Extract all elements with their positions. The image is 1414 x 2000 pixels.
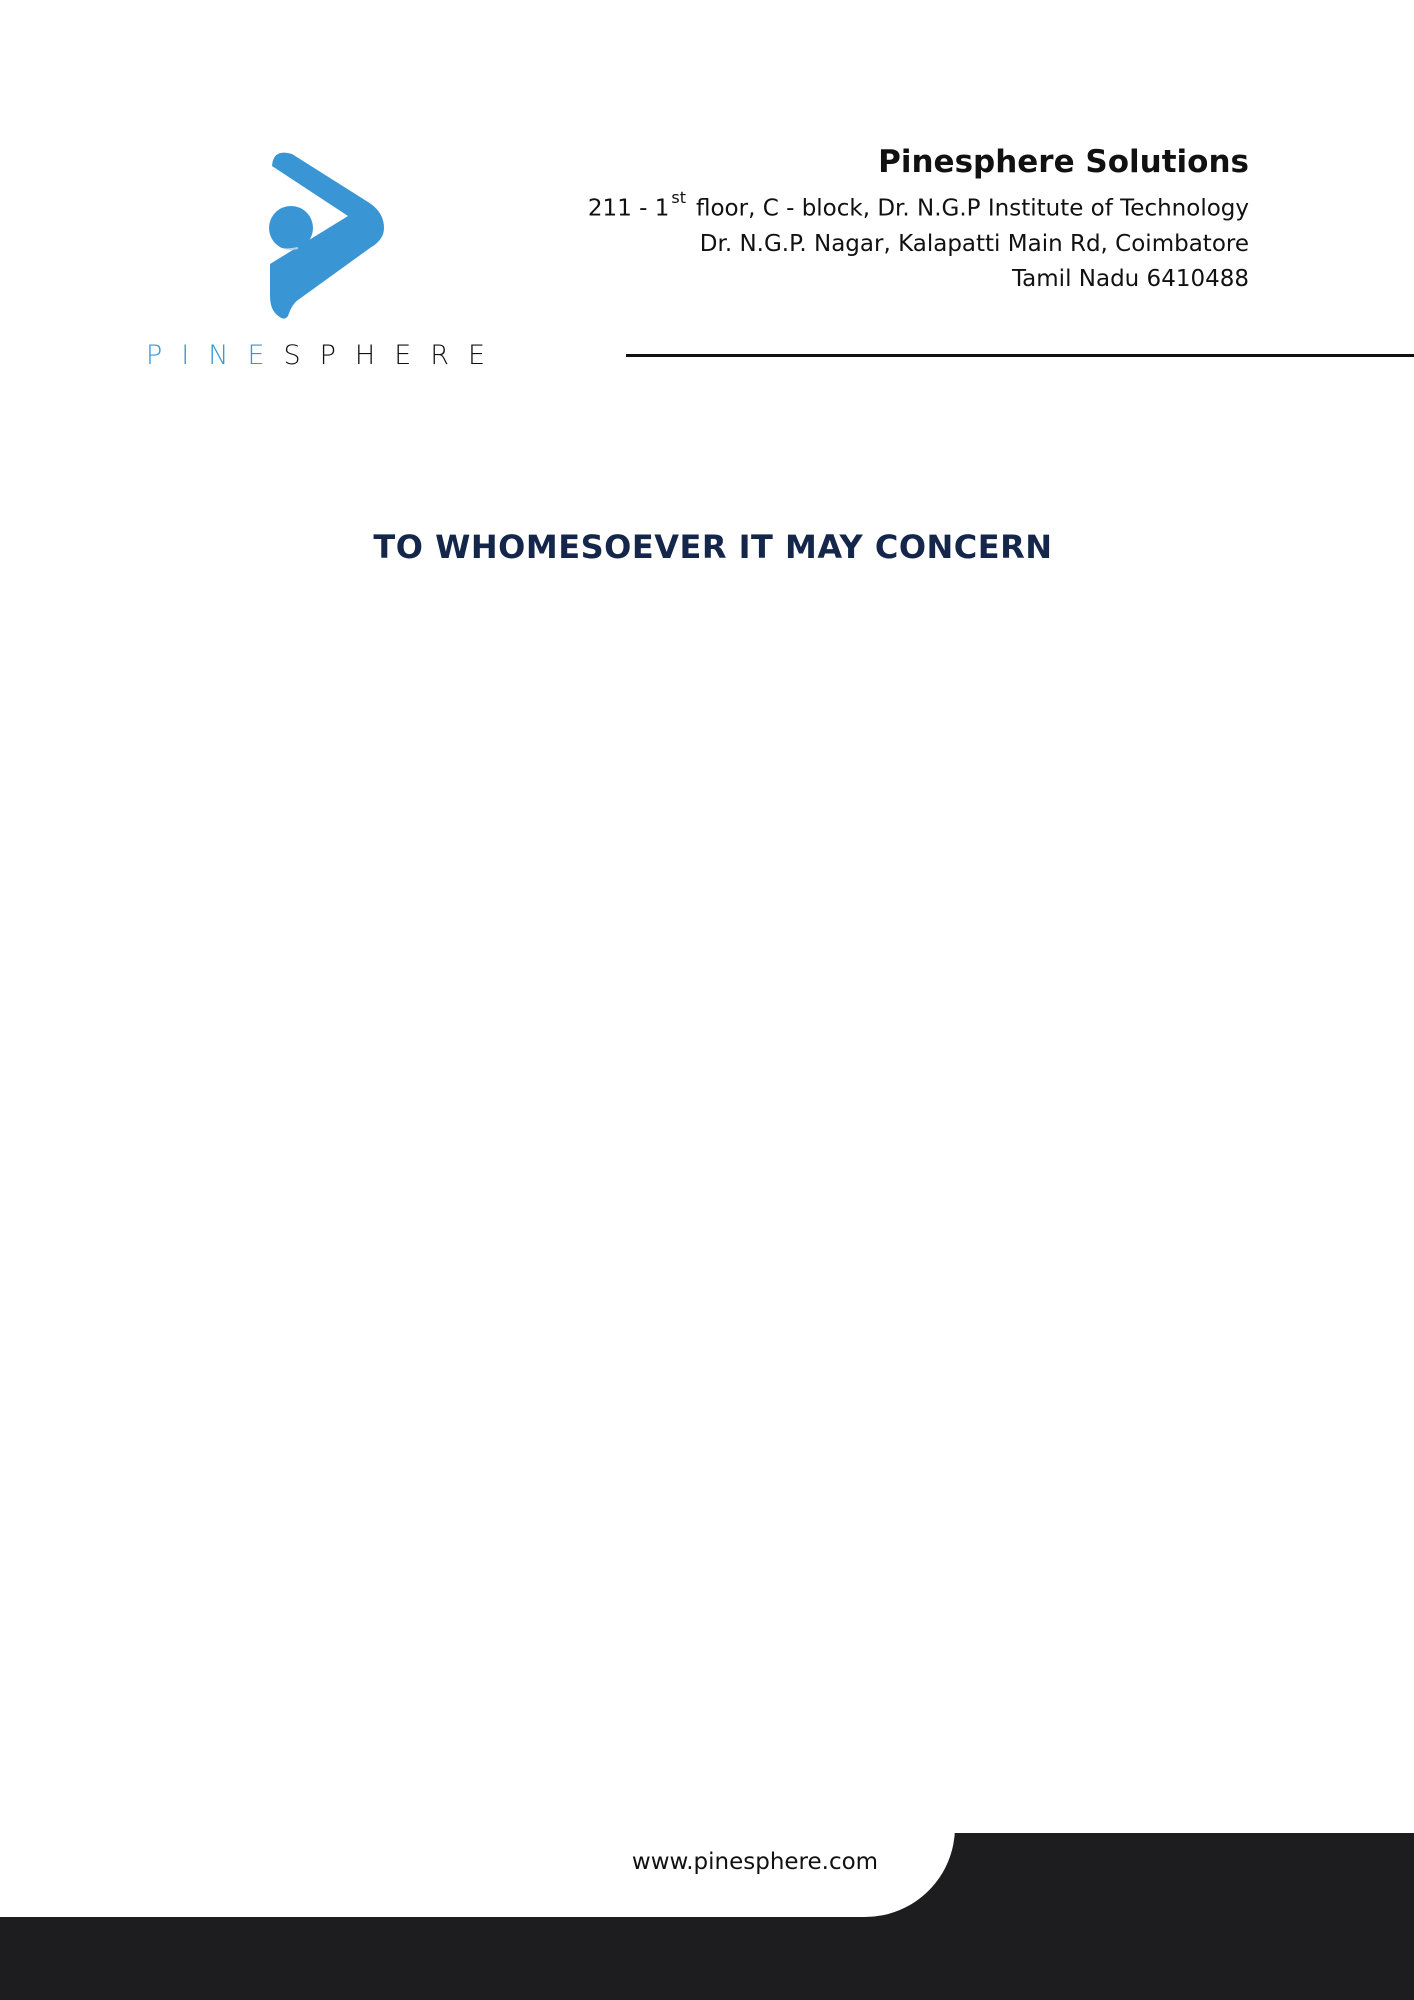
company-contact-block: Pinesphere Solutions 211 - 1st floor, C -… <box>549 142 1249 297</box>
document-title: TO WHOMESOEVER IT MAY CONCERN <box>373 528 1053 566</box>
letterhead-page: PINESPHERE Pinesphere Solutions 211 - 1s… <box>0 0 1414 2000</box>
website-link[interactable]: www.pinesphere.com <box>555 1849 955 1875</box>
company-logo: PINESPHERE <box>140 140 500 380</box>
address-line-1: 211 - 1st floor, C - block, Dr. N.G.P Ins… <box>549 184 1249 227</box>
ordinal-suffix: st <box>671 188 686 207</box>
address-line-2: Dr. N.G.P. Nagar, Kalapatti Main Rd, Coi… <box>699 230 1249 257</box>
address-line-3: Tamil Nadu 6410488 <box>1011 265 1249 292</box>
company-name: Pinesphere Solutions <box>878 144 1249 180</box>
logo-wordmark-pine: PINE <box>146 340 284 371</box>
address-line-1-rest: floor, C - block, Dr. N.G.P Institute of… <box>696 195 1249 222</box>
pinesphere-logo-icon <box>269 152 384 319</box>
logo-wordmark: PINESPHERE <box>146 342 504 369</box>
logo-wordmark-sphere: SPHERE <box>283 340 505 371</box>
address-line-1-start: 211 - 1 <box>587 195 670 222</box>
header-divider <box>626 354 1414 357</box>
